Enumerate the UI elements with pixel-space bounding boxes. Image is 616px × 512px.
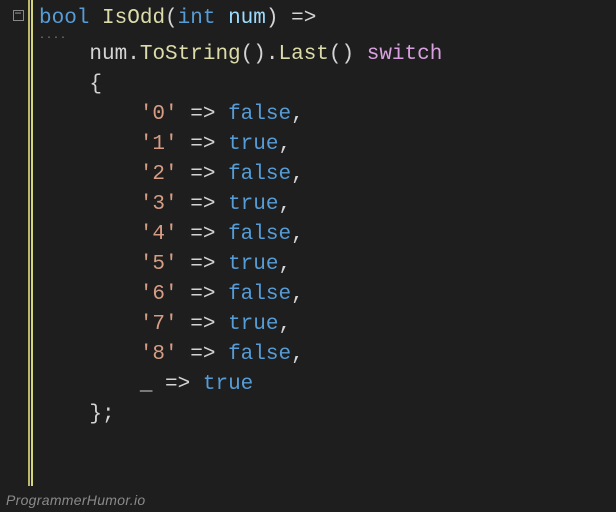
switch-arm: _ => true (39, 370, 610, 400)
switch-pattern: '4' (140, 223, 178, 246)
code-line: { (39, 70, 610, 100)
switch-arm: '1' => true, (39, 130, 610, 160)
bool-literal: false (228, 103, 291, 126)
watermark-text: ProgrammerHumor.io (6, 492, 145, 508)
code-editor: − bool IsOdd(int num) => .... num.ToStri… (0, 0, 616, 486)
bool-literal: true (228, 133, 278, 156)
comma: , (279, 193, 292, 216)
switch-pattern: '1' (140, 133, 178, 156)
comma: , (279, 133, 292, 156)
comma: , (279, 313, 292, 336)
switch-pattern: _ (140, 373, 153, 396)
arrow-op: => (190, 253, 215, 276)
bool-literal: false (228, 283, 291, 306)
arrow-op: => (190, 283, 215, 306)
line-gutter (0, 0, 8, 486)
switch-pattern: '7' (140, 313, 178, 336)
method-name: ToString (140, 43, 241, 66)
fold-collapse-icon[interactable]: − (13, 10, 24, 21)
arrow-op: => (190, 193, 215, 216)
keyword: bool (39, 7, 89, 30)
bool-literal: true (228, 193, 278, 216)
bool-literal: false (228, 343, 291, 366)
switch-arm: '0' => false, (39, 100, 610, 130)
switch-arm: '3' => true, (39, 190, 610, 220)
code-line: bool IsOdd(int num) => (39, 4, 610, 34)
switch-pattern: '0' (140, 103, 178, 126)
comma: , (291, 163, 304, 186)
switch-pattern: '6' (140, 283, 178, 306)
switch-pattern: '5' (140, 253, 178, 276)
switch-pattern: '3' (140, 193, 178, 216)
switch-arm: '4' => false, (39, 220, 610, 250)
identifier: num (89, 43, 127, 66)
arrow-op: => (291, 7, 316, 30)
arrow-op: => (165, 373, 190, 396)
switch-keyword: switch (367, 43, 443, 66)
bool-literal: true (228, 253, 278, 276)
arrow-op: => (190, 133, 215, 156)
bool-literal: false (228, 163, 291, 186)
switch-arm: '8' => false, (39, 340, 610, 370)
bool-literal: true (203, 373, 253, 396)
scope-bar (28, 0, 30, 486)
open-brace: { (89, 73, 102, 96)
fold-gutter[interactable]: − (8, 0, 28, 486)
method-name: Last (278, 43, 328, 66)
code-line: }; (39, 400, 610, 430)
function-name: IsOdd (102, 7, 165, 30)
arrow-op: => (190, 313, 215, 336)
comma: , (291, 283, 304, 306)
code-line: num.ToString().Last() switch (39, 40, 610, 70)
bool-literal: false (228, 223, 291, 246)
arrow-op: => (190, 343, 215, 366)
comma: , (291, 223, 304, 246)
arrow-op: => (190, 163, 215, 186)
switch-pattern: '2' (140, 163, 178, 186)
bool-literal: true (228, 313, 278, 336)
comma: , (291, 103, 304, 126)
comma: , (279, 253, 292, 276)
switch-arm: '5' => true, (39, 250, 610, 280)
arrow-op: => (190, 103, 215, 126)
param-name: num (228, 7, 266, 30)
comma: , (291, 343, 304, 366)
switch-arm: '7' => true, (39, 310, 610, 340)
switch-arm: '2' => false, (39, 160, 610, 190)
close-brace: }; (89, 403, 114, 426)
type-keyword: int (178, 7, 216, 30)
switch-pattern: '8' (140, 343, 178, 366)
code-text[interactable]: bool IsOdd(int num) => .... num.ToString… (33, 0, 616, 486)
switch-arm: '6' => false, (39, 280, 610, 310)
arrow-op: => (190, 223, 215, 246)
